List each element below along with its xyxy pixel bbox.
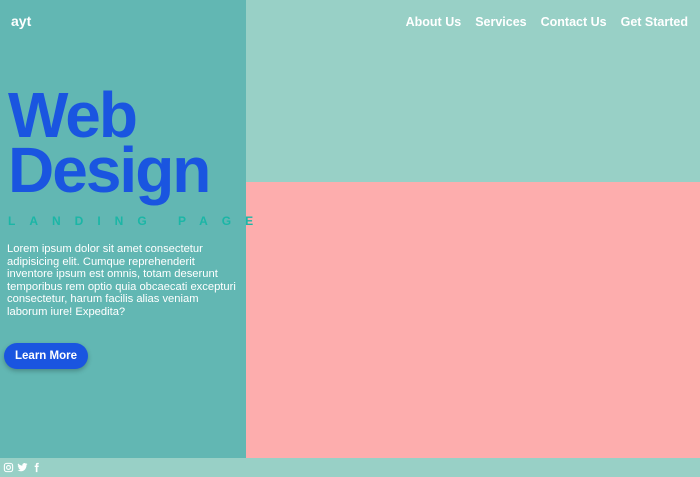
- twitter-icon[interactable]: [17, 462, 28, 473]
- nav-get-started[interactable]: Get Started: [621, 15, 688, 29]
- main-nav: About Us Services Contact Us Get Started: [406, 15, 688, 29]
- hero-panel: [0, 0, 246, 458]
- nav-services[interactable]: Services: [475, 15, 526, 29]
- hero-image-bottom: [246, 182, 700, 458]
- learn-more-button[interactable]: Learn More: [4, 343, 88, 369]
- hero-title-line2: Design: [8, 134, 211, 206]
- nav-contact-us[interactable]: Contact Us: [541, 15, 607, 29]
- facebook-icon[interactable]: [31, 462, 42, 473]
- hero-description: Lorem ipsum dolor sit amet consectetur a…: [7, 243, 236, 318]
- instagram-icon[interactable]: [3, 462, 14, 473]
- logo[interactable]: ayt: [11, 13, 31, 29]
- hero-subtitle: LANDING PAGE: [8, 214, 268, 228]
- social-links: [3, 462, 42, 473]
- hero-title: Web Design: [8, 83, 211, 202]
- nav-about-us[interactable]: About Us: [406, 15, 462, 29]
- footer: [0, 458, 700, 477]
